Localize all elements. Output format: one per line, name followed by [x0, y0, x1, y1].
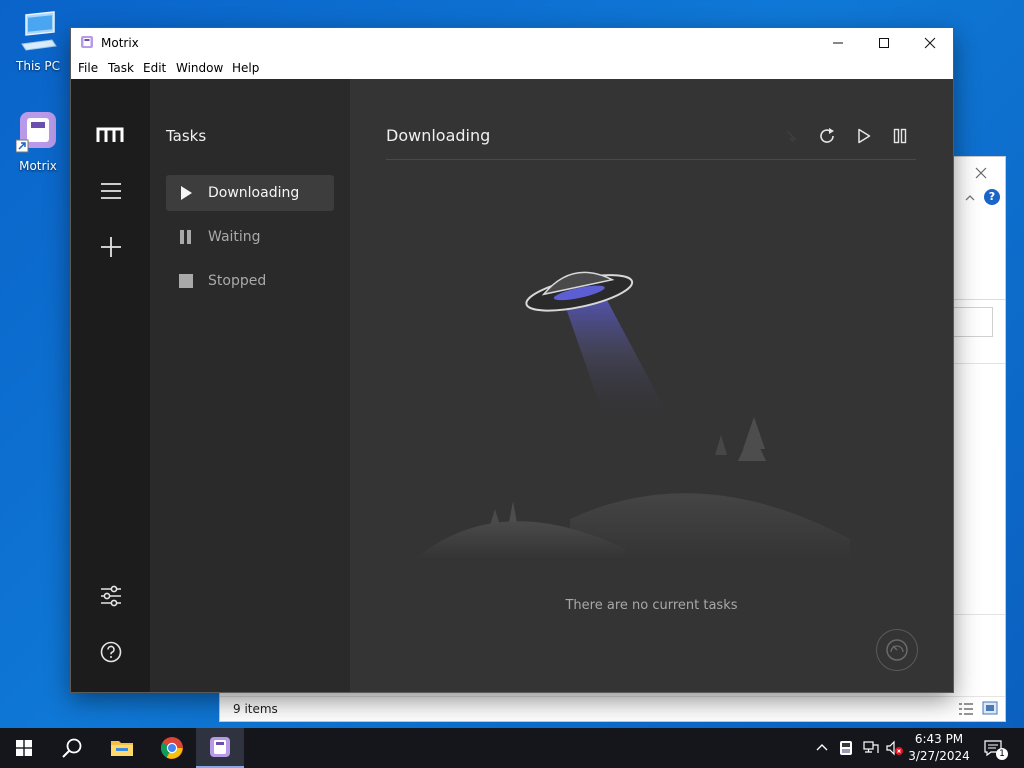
- help-button[interactable]: [96, 637, 126, 667]
- item-count: 9 items: [233, 702, 278, 716]
- clock-time: 6:43 PM: [914, 732, 964, 746]
- search-icon: [62, 738, 82, 758]
- help-circle-icon: [100, 641, 122, 663]
- tray-motrix[interactable]: [838, 740, 854, 760]
- motrix-logo-icon: [96, 127, 124, 142]
- title-bar[interactable]: Motrix: [71, 28, 953, 57]
- pause-all-button[interactable]: [889, 125, 911, 147]
- chevron-up-icon: [816, 744, 828, 751]
- close-icon[interactable]: [971, 163, 991, 183]
- motrix-logo[interactable]: [96, 120, 126, 150]
- play-icon: [181, 186, 192, 200]
- close-button[interactable]: [907, 28, 953, 57]
- pause-outline-icon: [893, 128, 907, 144]
- taskbar-chrome[interactable]: [148, 728, 196, 768]
- windows-logo-icon: [16, 740, 32, 756]
- speedometer-button[interactable]: [876, 629, 918, 671]
- task-list-button[interactable]: [96, 176, 126, 206]
- speedometer-icon: [886, 639, 908, 661]
- menu-task[interactable]: Task: [108, 61, 134, 75]
- chevron-up-icon[interactable]: [963, 190, 977, 204]
- maximize-icon: [879, 37, 889, 48]
- tray-network[interactable]: [862, 740, 880, 760]
- motrix-tray-icon: [840, 741, 852, 755]
- resume-all-button[interactable]: [853, 125, 875, 147]
- desktop-icon-label: Motrix: [19, 159, 57, 173]
- subnav-item-label: Stopped: [208, 273, 267, 289]
- subnav-item-downloading[interactable]: Downloading: [166, 175, 334, 211]
- menu-bar: File Task Edit Window Help: [71, 57, 953, 79]
- main-panel: Downloading There are no current tasks: [350, 79, 953, 692]
- motrix-app-icon: [15, 112, 56, 153]
- add-task-button[interactable]: [96, 232, 126, 262]
- details-view-icon[interactable]: [958, 702, 974, 719]
- motrix-app-icon: [81, 36, 93, 48]
- clock-date: 3/27/2024: [908, 749, 970, 763]
- subnav-item-stopped[interactable]: Stopped: [166, 263, 334, 299]
- chrome-icon: [161, 737, 183, 759]
- sliders-icon: [101, 585, 121, 607]
- motrix-app-icon: [210, 737, 230, 757]
- subnav-title: Tasks: [166, 127, 207, 145]
- stop-icon: [179, 274, 193, 288]
- select-all-button[interactable]: [780, 125, 802, 147]
- desktop-icon-motrix[interactable]: Motrix: [6, 110, 70, 173]
- close-icon: [924, 37, 936, 48]
- header-divider: [386, 159, 916, 160]
- minimize-button[interactable]: [815, 28, 861, 57]
- taskbar-file-explorer[interactable]: [98, 728, 146, 768]
- desktop: This PC Motrix ? 9 items Motrix File Tas…: [0, 0, 1024, 768]
- page-title: Downloading: [386, 126, 491, 145]
- taskbar-clock[interactable]: 6:43 PM 3/27/2024: [908, 731, 970, 765]
- menu-help[interactable]: Help: [232, 61, 259, 75]
- pause-icon: [180, 230, 191, 244]
- network-icon: [863, 741, 879, 753]
- notification-badge: 1: [996, 748, 1008, 760]
- menu-window[interactable]: Window: [176, 61, 223, 75]
- select-icon: [786, 130, 797, 143]
- menu-edit[interactable]: Edit: [143, 61, 166, 75]
- desktop-icon-this-pc[interactable]: This PC: [6, 10, 70, 73]
- menu-lines-icon: [101, 183, 121, 199]
- folder-icon: [111, 741, 133, 756]
- taskbar-motrix[interactable]: [196, 728, 244, 768]
- subnav-item-label: Waiting: [208, 229, 261, 245]
- empty-state-text: There are no current tasks: [565, 598, 738, 613]
- search-field[interactable]: [953, 307, 993, 337]
- subnav-item-waiting[interactable]: Waiting: [166, 219, 334, 255]
- preferences-button[interactable]: [96, 581, 126, 611]
- show-hidden-icons-button[interactable]: [814, 740, 830, 760]
- plus-icon: [101, 237, 121, 257]
- menu-file[interactable]: File: [78, 61, 98, 75]
- computer-icon: [21, 11, 57, 51]
- start-button[interactable]: [0, 728, 48, 768]
- volume-muted-icon: [886, 740, 903, 756]
- maximize-button[interactable]: [861, 28, 907, 57]
- empty-state-illustration: [415, 271, 850, 559]
- search-button[interactable]: [48, 728, 96, 768]
- pane-divider: [953, 363, 1005, 364]
- ribbon-divider: [953, 299, 1005, 300]
- pane-divider: [953, 614, 1005, 615]
- refresh-icon: [820, 128, 834, 143]
- desktop-icon-label: This PC: [16, 59, 60, 73]
- window-title: Motrix: [101, 36, 139, 50]
- help-icon[interactable]: ?: [984, 189, 1000, 205]
- nav-rail: [71, 79, 150, 692]
- minimize-icon: [833, 42, 843, 43]
- play-outline-icon: [858, 128, 871, 144]
- large-icons-view-icon[interactable]: [982, 701, 998, 718]
- tray-volume[interactable]: [885, 740, 905, 760]
- status-bar: 9 items: [220, 696, 1005, 721]
- refresh-button[interactable]: [816, 125, 838, 147]
- subnav-item-label: Downloading: [208, 185, 300, 201]
- taskbar: 6:43 PM 3/27/2024 1: [0, 728, 1024, 768]
- motrix-window[interactable]: Motrix File Task Edit Window Help Tasks …: [71, 28, 953, 692]
- task-subnav: Tasks Downloading Waiting Stopped: [150, 79, 350, 692]
